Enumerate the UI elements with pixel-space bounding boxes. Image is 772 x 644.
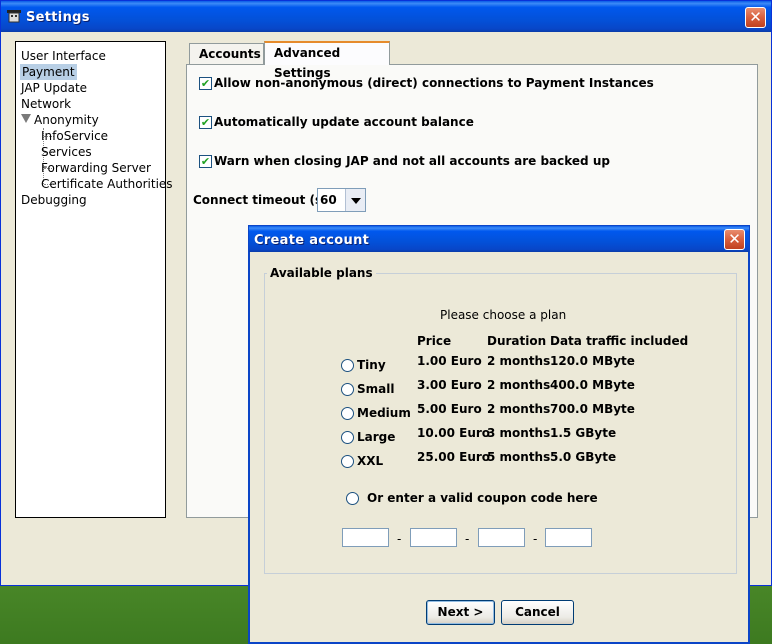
tree-item-certificate-authorities[interactable]: Certificate Authorities: [41, 176, 173, 192]
tree-item-network[interactable]: Network: [21, 96, 71, 112]
plan-name: XXL: [357, 454, 384, 468]
plan-name: Large: [357, 430, 396, 444]
plan-duration: 5 months: [487, 450, 551, 464]
plan-traffic: 5.0 GByte: [550, 450, 617, 464]
settings-titlebar[interactable]: Settings ✕: [1, 1, 771, 32]
tree-item-forwarding-server[interactable]: Forwarding Server: [41, 160, 151, 176]
tree-item-infoservice[interactable]: InfoService: [41, 128, 108, 144]
plan-radio[interactable]: [341, 431, 354, 444]
tree-item-jap-update[interactable]: JAP Update: [21, 80, 87, 96]
plan-name: Medium: [357, 406, 411, 420]
plan-traffic: 400.0 MByte: [550, 378, 635, 392]
plan-duration: 2 months: [487, 402, 551, 416]
coupon-field-4[interactable]: [545, 528, 592, 547]
tab-accounts[interactable]: Accounts: [189, 43, 264, 65]
tree-item-services[interactable]: Services: [41, 144, 92, 160]
coupon-field-3[interactable]: [478, 528, 525, 547]
option-label: Warn when closing JAP and not all accoun…: [214, 154, 610, 168]
plan-duration: 2 months: [487, 354, 551, 368]
plan-price: 3.00 Euro: [417, 378, 482, 392]
tab-advanced-settings[interactable]: Advanced Settings: [264, 41, 390, 80]
coupon-separator: -: [533, 532, 538, 546]
header-price: Price: [417, 334, 452, 348]
coupon-field-2[interactable]: [410, 528, 457, 547]
plan-traffic: 700.0 MByte: [550, 402, 635, 416]
coupon-field-1[interactable]: [342, 528, 389, 547]
timeout-value: 60: [320, 193, 337, 207]
plan-price: 10.00 Euro: [417, 426, 491, 440]
settings-title: Settings: [26, 10, 90, 25]
plan-name: Tiny: [357, 358, 386, 372]
plan-radio[interactable]: [341, 407, 354, 420]
plans-group-label: Available plans: [267, 266, 376, 280]
close-icon[interactable]: ✕: [745, 7, 766, 28]
check-icon[interactable]: ✔: [199, 77, 212, 90]
plan-name: Small: [357, 382, 395, 396]
plan-prompt: Please choose a plan: [440, 308, 567, 322]
timeout-label: Connect timeout (s):: [193, 193, 333, 207]
dialog-titlebar[interactable]: Create account ✕: [249, 226, 749, 252]
settings-tree: User Interface Payment JAP Update Networ…: [15, 41, 173, 518]
coupon-label: Or enter a valid coupon code here: [367, 491, 598, 505]
coupon-separator: -: [397, 532, 402, 546]
tree-item-debugging[interactable]: Debugging: [21, 192, 87, 208]
plan-radio[interactable]: [341, 455, 354, 468]
plan-price: 25.00 Euro: [417, 450, 491, 464]
check-icon[interactable]: ✔: [199, 116, 212, 129]
option-label: Automatically update account balance: [214, 115, 474, 129]
plan-traffic: 120.0 MByte: [550, 354, 635, 368]
jap-icon: [7, 10, 21, 23]
tree-item-anonymity[interactable]: Anonymity: [34, 112, 99, 128]
coupon-separator: -: [465, 532, 470, 546]
create-account-dialog: Create account ✕ Available plans Please …: [248, 225, 750, 644]
header-traffic: Data traffic included: [550, 334, 689, 348]
plan-duration: 2 months: [487, 378, 551, 392]
check-icon[interactable]: ✔: [199, 155, 212, 168]
plan-radio[interactable]: [341, 359, 354, 372]
chevron-down-icon[interactable]: [345, 189, 365, 211]
expand-triangle-icon[interactable]: [21, 114, 31, 123]
close-icon[interactable]: ✕: [724, 229, 745, 250]
plan-radio[interactable]: [341, 383, 354, 396]
dialog-title: Create account: [254, 233, 370, 248]
plan-price: 5.00 Euro: [417, 402, 482, 416]
tree-item-user-interface[interactable]: User Interface: [21, 48, 106, 64]
plan-price: 1.00 Euro: [417, 354, 482, 368]
timeout-select[interactable]: 60: [317, 188, 366, 212]
header-duration: Duration: [487, 334, 547, 348]
plan-duration: 3 months: [487, 426, 551, 440]
next-button[interactable]: Next >: [426, 600, 495, 625]
coupon-radio[interactable]: [346, 492, 359, 505]
cancel-button[interactable]: Cancel: [501, 600, 574, 625]
option-label: Allow non-anonymous (direct) connections…: [214, 76, 654, 90]
tree-item-payment[interactable]: Payment: [20, 64, 77, 80]
plan-traffic: 1.5 GByte: [550, 426, 617, 440]
